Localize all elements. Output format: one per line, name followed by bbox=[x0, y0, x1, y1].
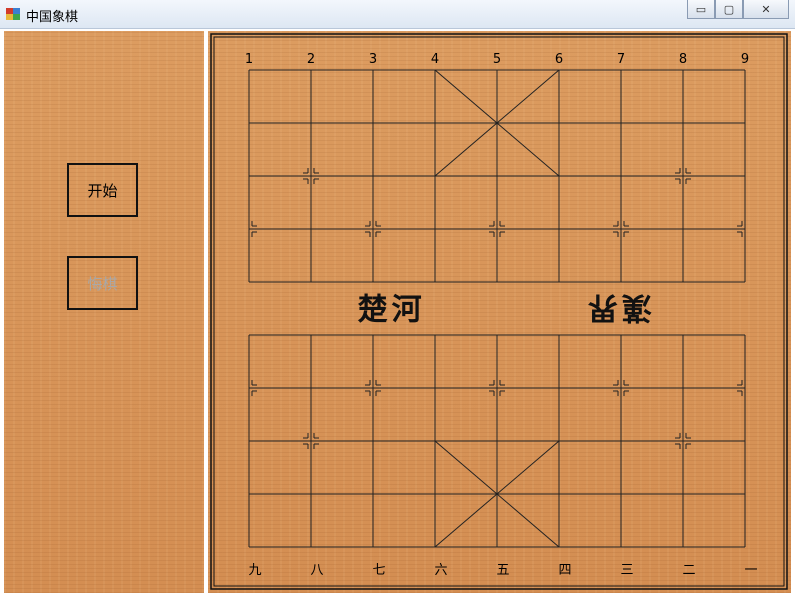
start-button[interactable]: 开始 bbox=[67, 163, 138, 217]
maximize-button[interactable]: ▢ bbox=[715, 0, 743, 19]
app-icon bbox=[6, 8, 20, 20]
regret-button[interactable]: 悔棋 bbox=[67, 256, 138, 310]
top-column-label: 7 bbox=[617, 52, 625, 67]
bottom-column-label: 五 bbox=[496, 563, 509, 578]
top-column-label: 4 bbox=[431, 52, 439, 67]
chess-board[interactable]: 1 2 3 4 5 6 7 8 9 九 八 七 六 五 四 三 二 一 楚河 漢界 bbox=[208, 31, 791, 593]
bottom-column-label: 四 bbox=[558, 563, 571, 578]
minimize-icon: ▭ bbox=[695, 2, 707, 16]
maximize-icon: ▢ bbox=[723, 2, 735, 16]
close-icon: ✕ bbox=[761, 2, 771, 16]
river-text-left: 楚河 bbox=[358, 293, 426, 328]
bottom-column-label: 二 bbox=[682, 563, 695, 578]
bottom-column-label: 九 bbox=[248, 563, 261, 578]
minimize-button[interactable]: ▭ bbox=[687, 0, 715, 19]
top-column-label: 6 bbox=[555, 52, 563, 67]
top-column-label: 8 bbox=[679, 52, 687, 67]
board-frame-inner bbox=[213, 36, 785, 587]
top-column-label: 1 bbox=[245, 52, 253, 67]
bottom-column-label: 一 bbox=[744, 563, 757, 578]
window-controls: ▭ ▢ ✕ bbox=[687, 0, 789, 20]
bottom-column-label: 七 bbox=[372, 563, 385, 578]
river-text-right: 漢界 bbox=[584, 290, 652, 325]
top-column-label: 2 bbox=[307, 52, 315, 67]
window-title: 中国象棋 bbox=[26, 10, 79, 25]
control-panel: 开始 悔棋 bbox=[4, 31, 204, 593]
top-column-label: 3 bbox=[369, 52, 377, 67]
bottom-column-label: 六 bbox=[434, 563, 447, 578]
close-button[interactable]: ✕ bbox=[743, 0, 789, 19]
bottom-column-label: 三 bbox=[620, 563, 633, 578]
board-frame-outer bbox=[210, 33, 788, 590]
top-column-label: 5 bbox=[493, 52, 501, 67]
bottom-column-label: 八 bbox=[310, 563, 323, 578]
top-column-label: 9 bbox=[741, 52, 749, 67]
board-svg: 1 2 3 4 5 6 7 8 9 九 八 七 六 五 四 三 二 一 楚河 漢界 bbox=[210, 33, 788, 590]
title-bar: 中国象棋 ▭ ▢ ✕ bbox=[0, 0, 795, 29]
